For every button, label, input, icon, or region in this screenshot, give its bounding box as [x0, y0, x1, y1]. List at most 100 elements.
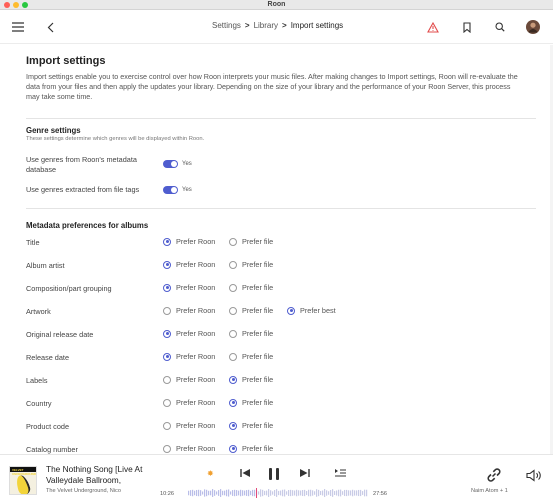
album-cover[interactable]: VELVET UNDERGROUND — [9, 466, 37, 495]
waveform-bar — [306, 490, 308, 496]
next-track-icon[interactable] — [297, 466, 311, 480]
waveform-bar — [228, 489, 230, 497]
radio-option-prefer-file[interactable]: Prefer file — [229, 306, 273, 315]
radio-option-prefer-roon[interactable]: Prefer Roon — [163, 352, 215, 361]
radio-option-prefer-file[interactable]: Prefer file — [229, 283, 273, 292]
radio-button[interactable] — [229, 444, 237, 453]
waveform-bar — [240, 489, 242, 497]
radio-button[interactable] — [163, 444, 171, 453]
radio-option-prefer-file[interactable]: Prefer file — [229, 444, 273, 453]
radio-option-prefer-roon[interactable]: Prefer Roon — [163, 398, 215, 407]
waveform-bar — [284, 489, 286, 497]
radio-button[interactable] — [163, 329, 171, 338]
section-divider — [26, 118, 536, 119]
radio-button[interactable] — [163, 306, 171, 315]
waveform-bar — [308, 489, 310, 497]
radio-option-prefer-best[interactable]: Prefer best — [287, 306, 336, 315]
radio-option-prefer-roon[interactable]: Prefer Roon — [163, 283, 215, 292]
breadcrumb-current: Import settings — [290, 21, 344, 30]
track-title[interactable]: The Nothing Song [Live At Valleydale Bal… — [46, 464, 164, 486]
radio-button[interactable] — [229, 421, 237, 430]
radio-option-prefer-file[interactable]: Prefer file — [229, 421, 273, 430]
radio-label: Prefer file — [242, 260, 274, 269]
radio-option-prefer-roon[interactable]: Prefer Roon — [163, 306, 215, 315]
waveform-bar — [278, 490, 280, 496]
toggle-value-file-genres: Yes — [182, 187, 192, 193]
waveform-bar — [324, 489, 326, 497]
radio-label: Prefer Roon — [176, 398, 216, 407]
radio-option-prefer-roon[interactable]: Prefer Roon — [163, 375, 215, 384]
radio-label: Prefer file — [242, 283, 274, 292]
waveform-bar — [350, 490, 352, 496]
top-toolbar: Settings > Library > Import settings — [0, 10, 553, 44]
waveform-bar — [188, 490, 190, 496]
radio-button[interactable] — [229, 306, 237, 315]
radio-option-prefer-roon[interactable]: Prefer Roon — [163, 260, 215, 269]
pause-button[interactable] — [266, 466, 282, 482]
radio-option-prefer-file[interactable]: Prefer file — [229, 329, 273, 338]
radio-button[interactable] — [229, 398, 237, 407]
radio-option-prefer-file[interactable]: Prefer file — [229, 260, 273, 269]
radio-button[interactable] — [163, 260, 171, 269]
zone-name[interactable]: Naim Atom + 1 — [471, 488, 508, 494]
radio-option-prefer-roon[interactable]: Prefer Roon — [163, 237, 215, 246]
waveform-bar — [354, 490, 356, 496]
radio-option-prefer-file[interactable]: Prefer file — [229, 352, 273, 361]
waveform-bar — [230, 491, 232, 495]
link-zone-icon[interactable] — [484, 466, 504, 484]
radio-option-prefer-roon[interactable]: Prefer Roon — [163, 421, 215, 430]
track-artist[interactable]: The Velvet Underground, Nico — [46, 488, 121, 494]
radio-button[interactable] — [229, 352, 237, 361]
breadcrumb-settings[interactable]: Settings — [212, 21, 241, 30]
radio-option-prefer-roon[interactable]: Prefer Roon — [163, 329, 215, 338]
radio-button[interactable] — [163, 421, 171, 430]
waveform-bar — [320, 491, 322, 495]
radio-button[interactable] — [163, 352, 171, 361]
queue-icon[interactable] — [333, 466, 347, 480]
waveform-bar — [348, 490, 350, 496]
breadcrumb-library[interactable]: Library — [254, 21, 278, 30]
radio-label: Prefer Roon — [176, 283, 216, 292]
metadata-row-label: Album artist — [26, 261, 65, 270]
waveform-bar — [238, 490, 240, 496]
radio-option-prefer-roon[interactable]: Prefer Roon — [163, 444, 215, 453]
toggle-roon-genres[interactable] — [163, 160, 178, 168]
waveform-bar — [220, 489, 222, 497]
toggle-file-genres[interactable] — [163, 186, 178, 194]
playhead-marker[interactable] — [256, 488, 257, 498]
page-title: Import settings — [26, 55, 106, 67]
radio-button[interactable] — [163, 375, 171, 384]
radio-button[interactable] — [287, 306, 295, 315]
waveform-bar — [304, 489, 306, 497]
radio-button[interactable] — [229, 260, 237, 269]
waveform-bar — [300, 490, 302, 496]
radio-button[interactable] — [229, 283, 237, 292]
total-duration: 27:56 — [373, 491, 387, 497]
radio-option-prefer-file[interactable]: Prefer file — [229, 398, 273, 407]
metadata-row-label: Catalog number — [26, 445, 78, 454]
radio-button[interactable] — [229, 375, 237, 384]
radio-option-prefer-file[interactable]: Prefer file — [229, 375, 273, 384]
radio-button[interactable] — [229, 329, 237, 338]
radio-button[interactable] — [229, 237, 237, 246]
radio-button[interactable] — [163, 237, 171, 246]
star-icon[interactable]: ✸ — [207, 469, 214, 478]
radio-button[interactable] — [163, 283, 171, 292]
back-chevron-left-icon[interactable] — [44, 18, 56, 36]
radio-option-prefer-file[interactable]: Prefer file — [229, 237, 273, 246]
waveform-bar — [248, 489, 250, 497]
waveform-bar — [214, 490, 216, 496]
bookmark-icon[interactable] — [461, 18, 473, 36]
waveform-bar — [332, 489, 334, 497]
previous-track-icon[interactable] — [238, 466, 252, 480]
progress-waveform[interactable] — [188, 488, 368, 498]
radio-button[interactable] — [163, 398, 171, 407]
hamburger-menu-icon[interactable] — [11, 18, 25, 36]
waveform-bar — [212, 489, 214, 497]
waveform-bar — [342, 491, 344, 495]
radio-label: Prefer Roon — [176, 329, 216, 338]
alert-triangle-icon[interactable] — [426, 18, 440, 36]
profile-avatar[interactable] — [526, 18, 540, 36]
search-icon[interactable] — [494, 18, 506, 36]
volume-icon[interactable] — [525, 467, 543, 483]
